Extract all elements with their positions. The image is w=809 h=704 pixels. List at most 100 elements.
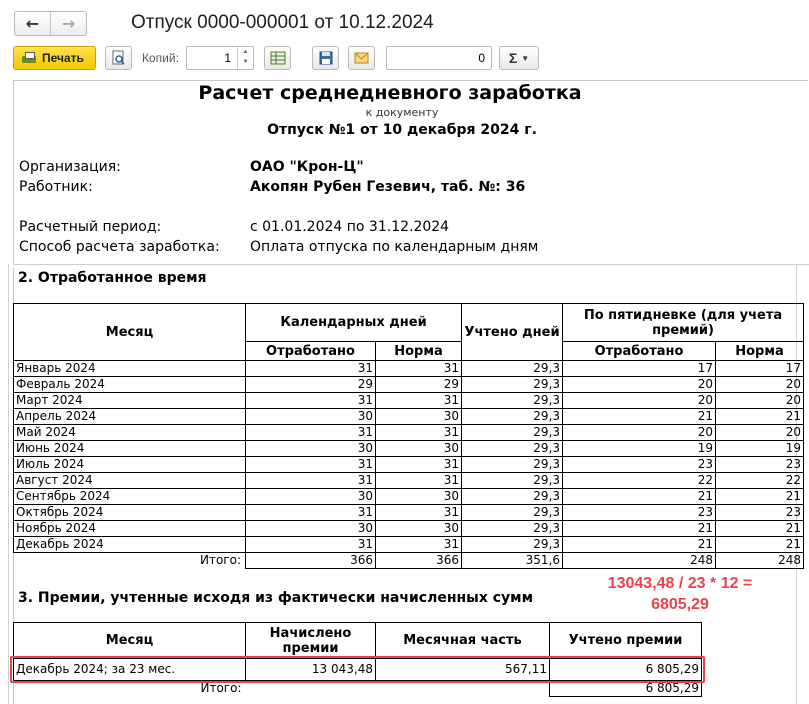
value-cell: 21 [562, 488, 717, 505]
value-cell: 23 [715, 456, 805, 473]
value-cell: 29 [245, 376, 376, 393]
value-cell: 30 [374, 520, 463, 537]
value-cell: 21 [562, 536, 717, 553]
table-row: Ноябрь 2024 30 30 29,3 21 21 [13, 520, 805, 537]
sum-result-field[interactable]: 0 [386, 46, 492, 70]
month-cell: Январь 2024 [13, 360, 246, 377]
total-value-cell: 248 [715, 552, 805, 569]
value-cell: 23 [715, 504, 805, 521]
value-cell: 31 [245, 472, 376, 489]
table-row: Сентябрь 2024 30 30 29,3 21 21 [13, 488, 805, 505]
value-cell: 20 [715, 392, 805, 409]
value-cell: 21 [715, 408, 805, 425]
value-cell: 29,3 [461, 408, 564, 425]
printer-icon [22, 52, 36, 64]
value-cell: 30 [245, 408, 376, 425]
value-cell: 29 [374, 376, 463, 393]
calculation-annotation: 13043,48 / 23 * 12 = 6805,29 [560, 573, 800, 615]
table-row: Август 2024 31 31 29,3 22 22 [13, 472, 805, 489]
value-cell: 29,3 [461, 488, 564, 505]
value-cell: 31 [374, 424, 463, 441]
value-cell: 29,3 [461, 456, 564, 473]
copies-input[interactable]: 1 ▲ ▼ [186, 46, 254, 70]
value-cell: 30 [374, 440, 463, 457]
table-row: Июль 2024 31 31 29,3 23 23 [13, 456, 805, 473]
value-cell: 20 [715, 424, 805, 441]
value-cell: 23 [562, 456, 717, 473]
value-cell: 17 [715, 360, 805, 377]
copies-stepper[interactable]: ▲ ▼ [237, 47, 253, 69]
value-cell: 29,3 [461, 424, 564, 441]
annotation-line-1: 13043,48 / 23 * 12 = [607, 575, 753, 592]
month-cell: Май 2024 [13, 424, 246, 441]
total-value-cell: 351,6 [461, 552, 564, 569]
print-button-label: Печать [42, 51, 84, 65]
section2-title: 2. Отработанное время [18, 270, 207, 286]
value-cell: 20 [715, 376, 805, 393]
employee-label: Работник: [19, 179, 93, 195]
print-button[interactable]: Печать [13, 46, 96, 70]
arrow-left-icon[interactable]: ← [15, 12, 51, 35]
col-bonus-monthly-part: Месячная часть [375, 622, 550, 659]
col-counted-days: Учтено дней [461, 303, 564, 361]
table-settings-button[interactable] [264, 46, 291, 70]
organization-value: ОАО "Крон-Ц" [250, 159, 364, 175]
print-preview-icon [112, 50, 125, 65]
organization-label: Организация: [19, 159, 121, 175]
value-cell: 29,3 [461, 440, 564, 457]
arrow-right-icon[interactable]: → [51, 12, 86, 35]
table-edit-icon [270, 51, 285, 65]
document-title: Расчет среднедневного заработка [198, 82, 582, 104]
frame-left-border [8, 264, 9, 704]
preview-button[interactable] [105, 46, 132, 70]
col-five-day-week: По пятидневке (для учета премий) [562, 303, 805, 342]
copies-label: Копий: [142, 51, 179, 65]
col-norm-five-day: Норма [715, 341, 805, 361]
month-cell: Август 2024 [13, 472, 246, 489]
value-cell: 30 [374, 488, 463, 505]
month-cell: Декабрь 2024 [13, 536, 246, 553]
value-cell: 31 [374, 456, 463, 473]
month-cell: Сентябрь 2024 [13, 488, 246, 505]
value-cell: 30 [245, 520, 376, 537]
value-cell: 29,3 [461, 392, 564, 409]
period-label: Расчетный период: [19, 219, 162, 235]
document-subtitle: к документу [365, 106, 439, 119]
total-label: Итого: [200, 553, 241, 568]
col-month: Месяц [13, 303, 246, 361]
send-email-button[interactable] [348, 46, 375, 70]
window-title: Отпуск 0000-000001 от 10.12.2024 [131, 12, 434, 33]
value-cell: 31 [374, 504, 463, 521]
navigation-buttons: ← → [14, 11, 87, 36]
value-cell: 21 [715, 488, 805, 505]
table-row: Февраль 2024 29 29 29,3 20 20 [13, 376, 805, 393]
save-button[interactable] [312, 46, 339, 70]
total-value-cell: 366 [245, 552, 376, 569]
value-cell: 29,3 [461, 360, 564, 377]
table-row: Июнь 2024 30 30 29,3 19 19 [13, 440, 805, 457]
value-cell: 29,3 [461, 472, 564, 489]
value-cell: 31 [245, 360, 376, 377]
sum-dropdown-button[interactable]: Σ ▼ [499, 46, 539, 70]
value-cell: 29,3 [461, 504, 564, 521]
table-row: Декабрь 2024 31 31 29,3 21 21 [13, 536, 805, 553]
table-row: Январь 2024 31 31 29,3 17 17 [13, 360, 805, 377]
value-cell: 21 [562, 408, 717, 425]
col-worked-five-day: Отработано [562, 341, 717, 361]
value-cell: 31 [245, 536, 376, 553]
floppy-disk-icon [319, 51, 332, 65]
value-cell: 31 [374, 536, 463, 553]
chevron-down-icon: ▼ [521, 53, 530, 63]
value-cell: 21 [715, 536, 805, 553]
value-cell: 31 [374, 360, 463, 377]
value-cell: 21 [562, 520, 717, 537]
section3-title: 3. Премии, учтенные исходя из фактически… [18, 590, 534, 606]
col-bonus-month: Месяц [13, 622, 246, 659]
value-cell: 29,3 [461, 376, 564, 393]
value-cell: 20 [562, 392, 717, 409]
document-reference: Отпуск №1 от 10 декабря 2024 г. [267, 122, 537, 138]
col-worked: Отработано [245, 341, 376, 361]
calculation-method-label: Способ расчета заработка: [19, 239, 220, 255]
col-norm: Норма [374, 341, 463, 361]
value-cell: 30 [245, 488, 376, 505]
